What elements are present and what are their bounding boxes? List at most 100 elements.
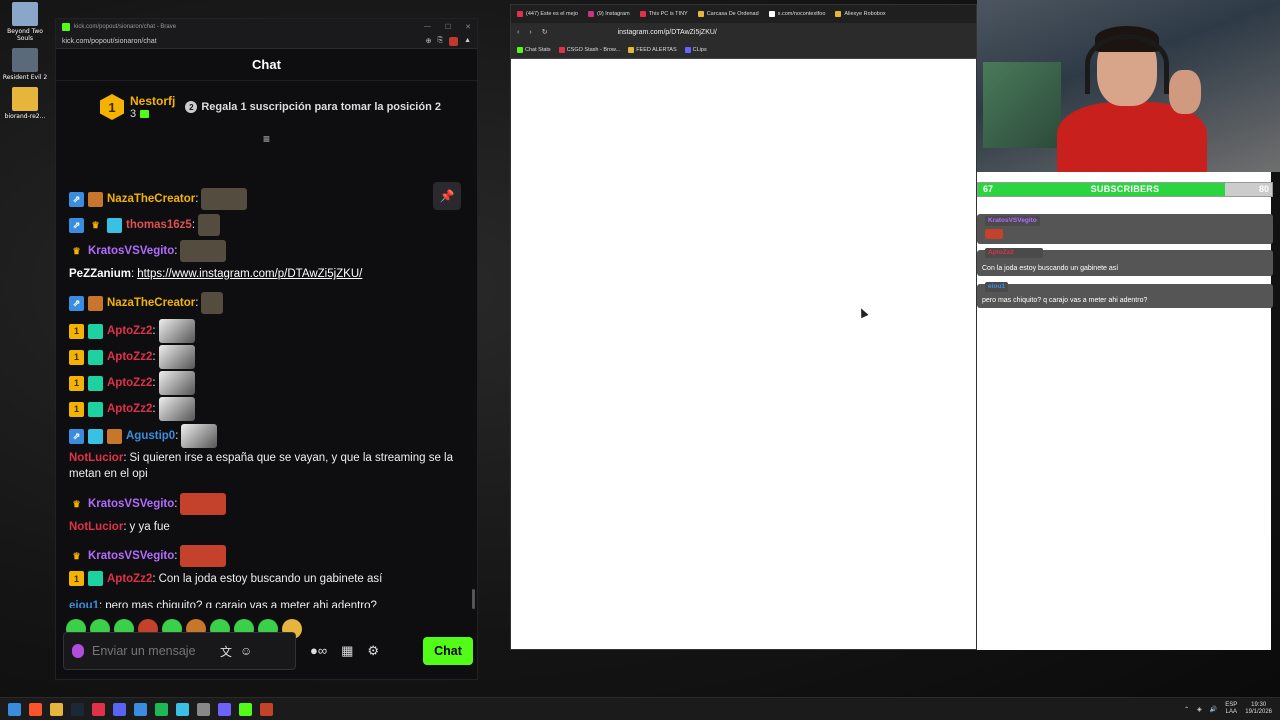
- bookmark-item[interactable]: Chat Stats: [517, 46, 551, 53]
- chat-username[interactable]: KratosVSVegito: [88, 498, 174, 510]
- chat-username[interactable]: PeZZanium: [69, 268, 131, 280]
- reload-icon[interactable]: ↻: [542, 28, 548, 36]
- app-icon[interactable]: [218, 702, 231, 716]
- chat-username[interactable]: NotLucior: [69, 521, 123, 533]
- chat-emote[interactable]: [158, 397, 195, 421]
- brave-rewards-icon[interactable]: ▲: [464, 37, 471, 46]
- kick-icon[interactable]: [239, 702, 252, 716]
- scrollbar[interactable]: [472, 589, 475, 609]
- top-gifter-name[interactable]: Nestorfj: [130, 94, 175, 108]
- badge-rank-icon[interactable]: 1: [69, 349, 84, 365]
- badge-chest-icon[interactable]: [88, 295, 103, 311]
- chat-username[interactable]: KratosVSVegito: [88, 550, 174, 562]
- microphone-icon[interactable]: [72, 644, 84, 658]
- chat-emote[interactable]: [198, 214, 221, 236]
- badge-rank-icon[interactable]: 1: [69, 571, 84, 586]
- badge-verified-icon[interactable]: ⇗: [69, 295, 84, 311]
- browser-tab[interactable]: (9) Instagram: [587, 11, 630, 17]
- language-indicator[interactable]: ESP LAA: [1225, 702, 1237, 716]
- share-icon[interactable]: ⎘: [437, 37, 443, 46]
- gift-icon[interactable]: [88, 375, 103, 391]
- crown-icon[interactable]: ♛: [88, 218, 103, 233]
- emoji-icon[interactable]: ☺: [240, 644, 252, 658]
- app-icon[interactable]: [197, 702, 210, 716]
- badge-rank-icon[interactable]: 1: [69, 401, 84, 417]
- app-icon[interactable]: [176, 702, 189, 716]
- chat-message-link[interactable]: https://www.instagram.com/p/DTAwZi5jZKU/: [137, 268, 362, 280]
- bookmark-item[interactable]: CSGO Stash - Brow...: [558, 46, 620, 53]
- badge-chest-icon[interactable]: [107, 428, 122, 444]
- collapse-icon[interactable]: ≡: [56, 133, 477, 145]
- store-icon[interactable]: ▦: [341, 643, 353, 659]
- network-icon[interactable]: ◈: [1197, 706, 1202, 713]
- chat-username[interactable]: AptoZz2: [107, 351, 152, 363]
- app-icon[interactable]: [134, 702, 147, 716]
- desktop-icon-biorand[interactable]: biorand-re2...: [0, 87, 50, 120]
- badge-verified-icon[interactable]: ⇗: [69, 428, 84, 444]
- chat-emote[interactable]: [201, 292, 224, 314]
- send-chat-button[interactable]: Chat: [423, 637, 473, 665]
- chat-username[interactable]: Agustip0: [126, 430, 175, 442]
- app-icon[interactable]: [260, 702, 273, 716]
- crown-icon[interactable]: ♛: [69, 497, 84, 512]
- browser-tab[interactable]: This PC is TINY: [639, 11, 688, 17]
- chat-emote[interactable]: [201, 188, 248, 210]
- chat-username[interactable]: NazaTheCreator: [107, 297, 195, 309]
- clock[interactable]: 19:30 19/1/2026: [1245, 702, 1272, 716]
- badge-cube-icon[interactable]: [107, 217, 122, 233]
- badge-cube-icon[interactable]: [88, 428, 103, 444]
- steam-icon[interactable]: [71, 702, 84, 716]
- chat-emote[interactable]: [158, 371, 195, 395]
- chat-emote[interactable]: [180, 240, 227, 262]
- address-bar[interactable]: instagram.com/p/DTAwZi5jZKU/: [618, 29, 717, 36]
- badge-rank-icon[interactable]: 1: [69, 375, 84, 391]
- zoom-icon[interactable]: ⊕: [426, 37, 432, 46]
- desktop-icon-beyond[interactable]: Beyond Two Souls: [0, 2, 50, 42]
- pin-icon[interactable]: 📌: [433, 182, 461, 210]
- chat-emote[interactable]: [158, 345, 195, 369]
- browser-tab[interactable]: x.com/nocontextfoo: [768, 11, 825, 17]
- back-icon[interactable]: ‹: [517, 29, 519, 36]
- browser-tab[interactable]: Carcasa De Ordenad: [697, 11, 759, 17]
- brave-icon[interactable]: [29, 702, 42, 716]
- chat-input-box[interactable]: 文 ☺: [63, 632, 296, 670]
- badge-chest-icon[interactable]: [88, 191, 103, 207]
- volume-icon[interactable]: 🔊: [1210, 706, 1217, 713]
- tray-chevron-icon[interactable]: ⌃: [1184, 706, 1189, 713]
- chat-username[interactable]: eiou1: [69, 600, 99, 608]
- close-icon[interactable]: ✕: [465, 23, 471, 31]
- chat-emote[interactable]: [180, 493, 227, 515]
- chat-username[interactable]: AptoZz2: [107, 325, 152, 337]
- gear-icon[interactable]: ⚙: [367, 643, 379, 659]
- badge-verified-icon[interactable]: ⇗: [69, 217, 84, 233]
- windows-start-icon[interactable]: [8, 702, 21, 716]
- chrome-icon[interactable]: [92, 702, 105, 716]
- bookmark-item[interactable]: FEED ALERTAS: [628, 46, 677, 53]
- chat-username[interactable]: NazaTheCreator: [107, 193, 195, 205]
- badge-rank-icon[interactable]: 1: [69, 323, 84, 339]
- chat-username[interactable]: AptoZz2: [107, 377, 152, 389]
- chat-input[interactable]: [92, 644, 212, 658]
- infinity-icon[interactable]: ●∞: [310, 643, 327, 659]
- chat-username[interactable]: KratosVSVegito: [88, 245, 174, 257]
- gift-icon[interactable]: [88, 349, 103, 365]
- gift-icon[interactable]: [88, 323, 103, 339]
- desktop-icon-re2[interactable]: Resident Evil 2: [0, 48, 50, 81]
- chat-emote[interactable]: [158, 319, 195, 343]
- chat-username[interactable]: AptoZz2: [107, 403, 152, 415]
- gift-icon[interactable]: [88, 401, 103, 417]
- chat-username[interactable]: thomas16z5: [126, 219, 192, 231]
- discord-icon[interactable]: [113, 702, 126, 716]
- spotify-icon[interactable]: [155, 702, 168, 716]
- address-bar[interactable]: kick.com/popout/sionaron/chat ⊕ ⎘ ▲: [56, 34, 477, 49]
- brave-shield-icon[interactable]: [449, 36, 459, 46]
- translate-icon[interactable]: 文: [220, 643, 232, 660]
- browser-tab[interactable]: Aliexye Robobox: [835, 11, 886, 17]
- crown-icon[interactable]: ♛: [69, 244, 84, 259]
- browser-tab[interactable]: (447) Este es el mejo: [517, 11, 578, 17]
- minimize-icon[interactable]: —: [424, 23, 431, 31]
- chat-emote[interactable]: [180, 545, 227, 567]
- maximize-icon[interactable]: ☐: [445, 23, 451, 31]
- badge-verified-icon[interactable]: ⇗: [69, 191, 84, 207]
- bookmark-item[interactable]: CLips: [684, 46, 707, 53]
